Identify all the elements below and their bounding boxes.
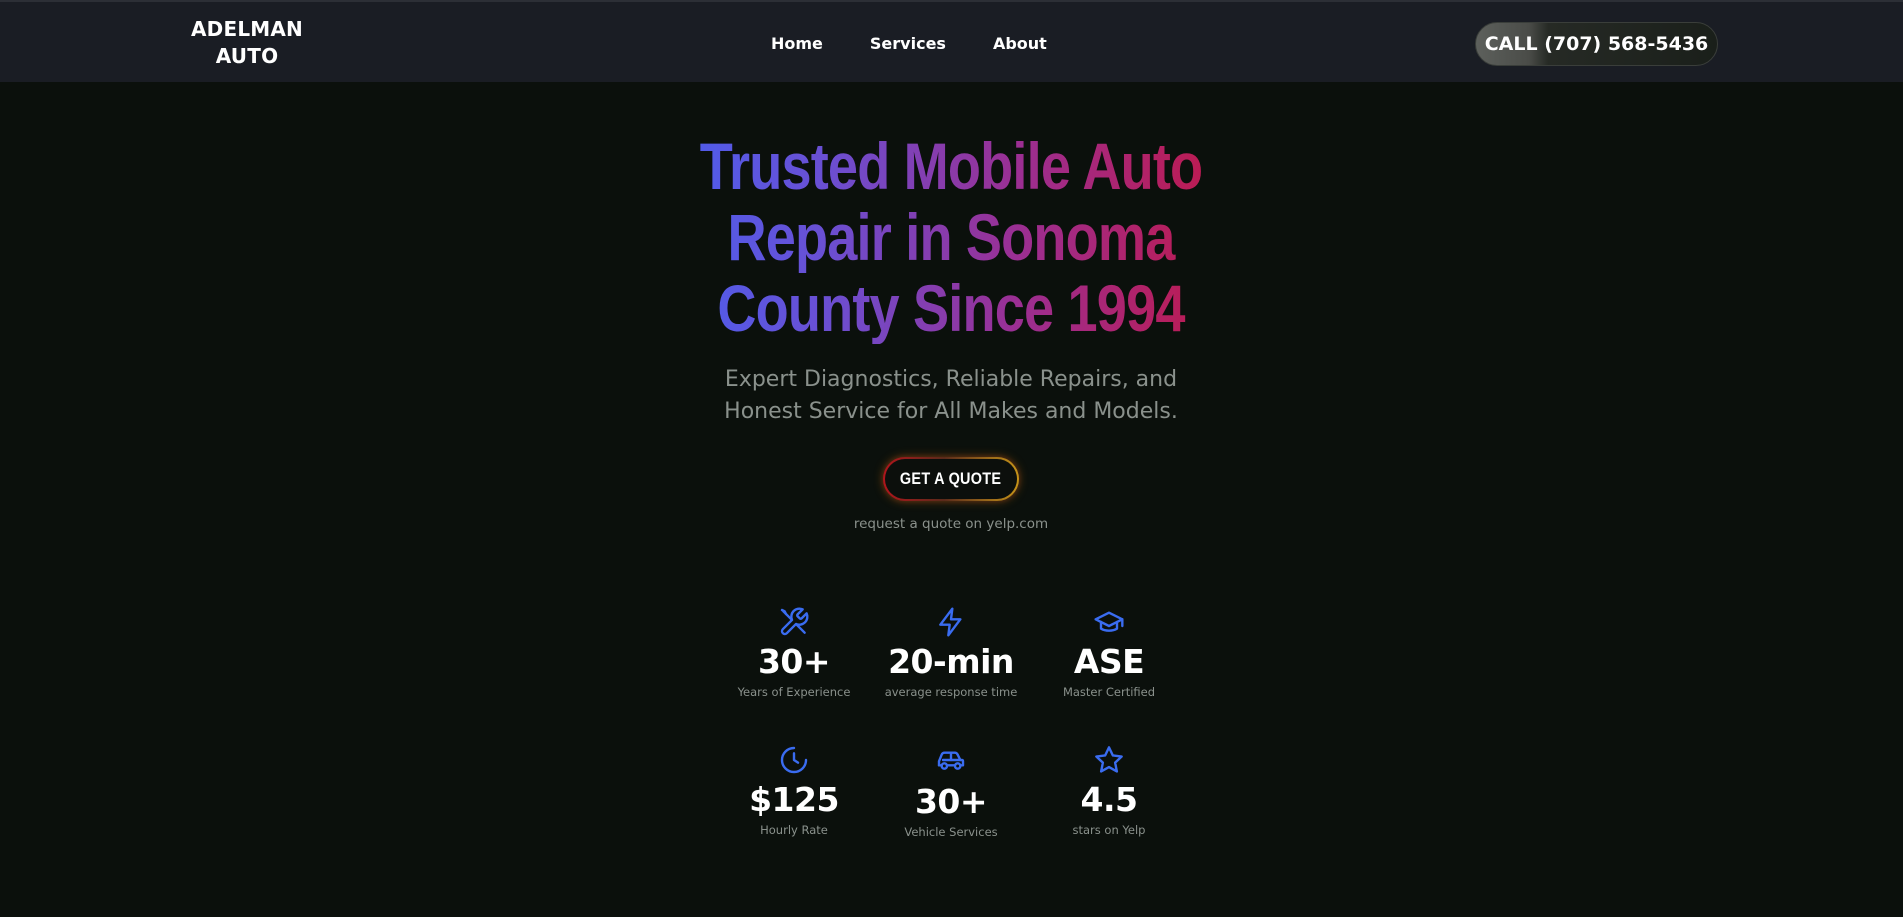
stat-value: 4.5	[1080, 780, 1138, 819]
stat-label: stars on Yelp	[1072, 823, 1146, 837]
hero-subtitle: Expert Diagnostics, Reliable Repairs, an…	[701, 364, 1201, 428]
stat-hourly-rate: $125 Hourly Rate	[714, 744, 874, 838]
hero-subtitle-line-1: Expert Diagnostics, Reliable Repairs, an…	[724, 367, 1178, 392]
hero-title-line-3: County Since 1994	[623, 273, 1279, 344]
get-quote-button-label: GET A QUOTE	[900, 469, 1002, 488]
stat-value: 30+	[757, 642, 831, 681]
navbar: ADELMAN AUTO Home Services About CALL (7…	[0, 0, 1903, 82]
hero-title-line-2: Repair in Sonoma	[623, 202, 1279, 273]
car-icon	[935, 744, 967, 776]
star-icon	[1093, 744, 1125, 776]
stat-value: 30+	[914, 782, 988, 821]
stat-value: $125	[749, 780, 839, 819]
hero-title: Trusted Mobile Auto Repair in Sonoma Cou…	[623, 131, 1279, 344]
stat-yelp-rating: 4.5 stars on Yelp	[1029, 744, 1189, 838]
logo-line-2: AUTO	[215, 44, 279, 68]
clock-icon	[778, 744, 810, 776]
quote-note: request a quote on yelp.com	[853, 516, 1049, 532]
stat-label: Master Certified	[1062, 685, 1156, 699]
site-logo[interactable]: ADELMAN AUTO	[185, 16, 309, 70]
stat-label: Hourly Rate	[760, 823, 828, 837]
stat-label: Vehicle Services	[904, 825, 998, 839]
stat-label: average response time	[884, 685, 1018, 699]
hero-subtitle-line-2: Honest Service for All Makes and Models.	[724, 399, 1178, 424]
hero-title-line-1: Trusted Mobile Auto	[623, 131, 1279, 202]
stat-response-time: 20-min average response time	[871, 606, 1031, 700]
get-quote-button[interactable]: GET A QUOTE	[883, 457, 1019, 501]
logo-line-1: ADELMAN	[190, 17, 303, 41]
stat-value: 20-min	[888, 642, 1014, 681]
stat-label: Years of Experience	[737, 685, 851, 699]
stat-value: ASE	[1073, 642, 1145, 681]
main-nav: Home Services About	[771, 33, 1047, 55]
nav-link-home[interactable]: Home	[771, 33, 823, 55]
nav-link-services[interactable]: Services	[870, 33, 946, 55]
nav-link-about[interactable]: About	[993, 33, 1047, 55]
call-phone-button[interactable]: CALL (707) 568-5436	[1475, 22, 1718, 66]
stat-vehicle-services: 30+ Vehicle Services	[871, 744, 1031, 840]
graduation-cap-icon	[1093, 606, 1125, 638]
stat-experience: 30+ Years of Experience	[714, 606, 874, 700]
stat-certification: ASE Master Certified	[1029, 606, 1189, 700]
lightning-bolt-icon	[935, 606, 967, 638]
wrench-screwdriver-icon	[778, 606, 810, 638]
